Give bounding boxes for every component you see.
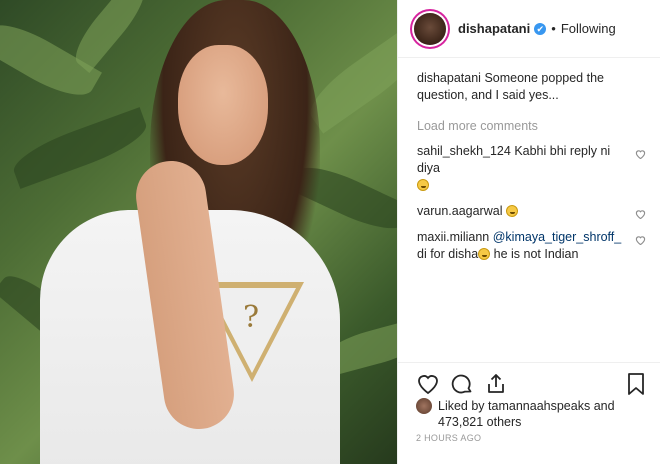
share-icon[interactable]	[484, 372, 508, 396]
comment-item: sahil_shekh_124 Kabhi bhi reply ni diya	[417, 143, 648, 194]
caption-username[interactable]: dishapatani	[417, 71, 481, 85]
leaf-shape	[66, 0, 154, 73]
small-heart-icon[interactable]	[635, 233, 646, 246]
comment-item: maxii.miliann @kimaya_tiger_shroff_ di f…	[417, 229, 648, 263]
post-header: dishapatani ✔ • Following	[398, 0, 660, 58]
separator-dot: •	[551, 21, 556, 36]
grinning-emoji-icon	[417, 179, 429, 191]
liker-username[interactable]: tamannaahspeaks	[488, 399, 590, 413]
likes-prefix: Liked by	[438, 399, 485, 413]
bookmark-icon[interactable]	[624, 372, 648, 396]
comment-username[interactable]: varun.aagarwal	[417, 204, 502, 218]
comment-mention-link[interactable]: @kimaya_tiger_shroff_	[493, 230, 622, 244]
post-photo[interactable]: ?	[0, 0, 397, 464]
comment-text: di for disha	[417, 247, 479, 261]
small-heart-icon[interactable]	[635, 147, 646, 160]
comment-list: dishapatani Someone popped the question,…	[398, 58, 660, 263]
likes-summary: Liked by tamannaahspeaks and 473,821 oth…	[416, 398, 615, 430]
comment-item: varun.aagarwal	[417, 203, 648, 220]
comment-username[interactable]: sahil_shekh_124	[417, 144, 511, 158]
liker-avatar[interactable]	[416, 398, 432, 414]
heart-icon[interactable]	[416, 372, 440, 396]
person-face	[178, 45, 268, 165]
likes-count[interactable]: 473,821 others	[438, 415, 521, 429]
load-more-comments-link[interactable]: Load more comments	[417, 118, 648, 135]
likes-and: and	[593, 399, 615, 413]
likes-text: Liked by tamannaahspeaks and 473,821 oth…	[438, 398, 615, 430]
leaf-shape	[8, 107, 152, 189]
post-sidebar: dishapatani ✔ • Following dishapatani So…	[397, 0, 660, 464]
comment-username[interactable]: maxii.miliann	[417, 230, 489, 244]
comment-text: he is not Indian	[493, 247, 579, 261]
verified-icon: ✔	[534, 22, 547, 35]
author-username[interactable]: dishapatani	[458, 21, 530, 36]
comment-icon[interactable]	[450, 372, 474, 396]
following-button[interactable]: Following	[561, 21, 616, 36]
post-action-bar	[398, 362, 660, 398]
small-heart-icon[interactable]	[635, 207, 646, 220]
author-avatar[interactable]	[414, 12, 446, 45]
smiling-emoji-icon	[478, 248, 491, 260]
shirt-logo-mark: ?	[242, 300, 260, 335]
grinning-emoji-icon	[505, 205, 518, 217]
post-timestamp[interactable]: 2 HOURS AGO	[416, 433, 481, 443]
post-caption: dishapatani Someone popped the question,…	[417, 70, 648, 104]
